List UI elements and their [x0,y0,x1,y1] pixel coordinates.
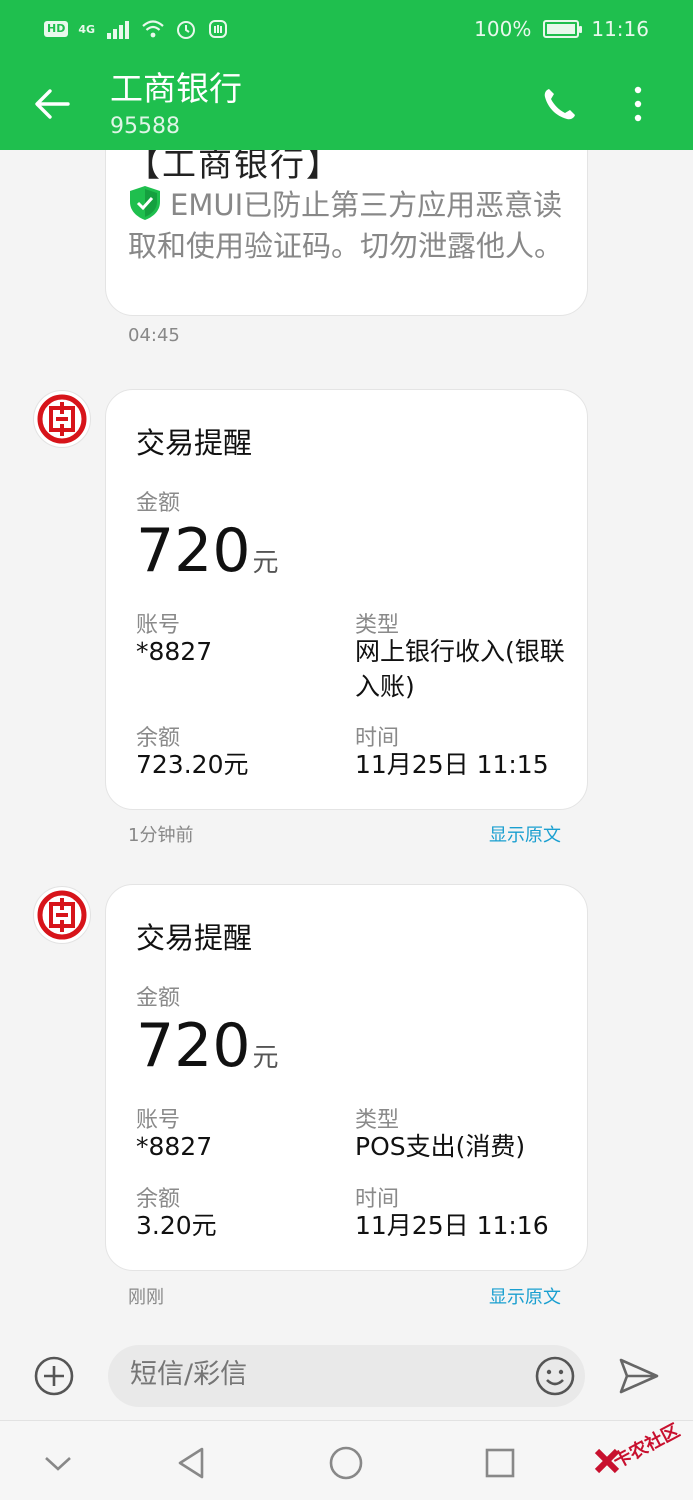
watermark-text: 卡农社区 [609,1420,684,1473]
amount-label: 金额 [136,986,181,1011]
amount-number: 720 [136,516,251,586]
watermark-logo: 卡农社区 [592,1410,688,1478]
chevron-down-icon[interactable] [38,1443,78,1483]
type-value: 网上银行收入(银联入账) [355,637,565,701]
status-right: 100% 11:16 [474,17,649,41]
signal-icon [107,21,130,39]
balance-value: 3.20元 [136,1211,217,1240]
send-icon[interactable] [618,1356,660,1396]
bank-avatar[interactable] [33,390,91,448]
balance-value: 723.20元 [136,750,249,779]
bank-avatar[interactable] [33,886,91,944]
type-value: POS支出(消费) [355,1132,526,1161]
wifi-icon [142,20,164,38]
account-value: *8827 [136,637,213,666]
contact-number: 95588 [110,114,180,139]
app-header: HD 4G 100% 11:16 工商银行 95588 [0,0,693,150]
battery-percent: 100% [474,17,532,41]
hand-icon [209,20,228,38]
icbc-logo-icon [37,394,87,444]
alarm-icon [177,21,196,39]
status-bar: HD 4G 100% 11:16 [0,0,693,58]
message-input-bar[interactable] [108,1345,585,1407]
datetime-value: 11月25日 11:15 [355,750,549,779]
conversation-title-block[interactable]: 工商银行 95588 [110,68,242,142]
message-time: 1分钟前 [128,825,194,846]
message-time: 刚刚 [128,1287,164,1308]
shield-icon [130,186,160,220]
hd-badge: HD [44,21,69,37]
emui-warning-text: EMUI已防止第三方应用恶意读取和使用验证码。切勿泄露他人。 [128,188,564,263]
network-type: 4G [78,22,96,36]
nav-recents-icon[interactable] [480,1443,520,1483]
contact-name: 工商银行 [110,69,242,108]
message-text: EMUI已防止第三方应用恶意读取和使用验证码。切勿泄露他人。 [128,185,578,267]
amount-number: 720 [136,1011,251,1081]
icbc-logo-icon [37,890,87,940]
message-input[interactable] [130,1359,520,1390]
show-original-link[interactable]: 显示原文 [489,1283,561,1309]
amount-value: 720元 [136,1011,279,1093]
more-options-icon[interactable] [624,84,652,124]
status-left: HD 4G [44,18,229,40]
amount-value: 720元 [136,516,279,598]
clock: 11:16 [591,17,649,41]
message-time: 04:45 [128,325,180,346]
card-title: 交易提醒 [136,426,253,460]
system-nav-bar [0,1420,693,1500]
datetime-value: 11月25日 11:16 [355,1211,549,1240]
account-value: *8827 [136,1132,213,1161]
nav-back-icon[interactable] [172,1443,212,1483]
transaction-card[interactable]: 交易提醒 金额 720元 账号 *8827 类型 POS支出(消费) 余额 3.… [105,884,588,1271]
transaction-card[interactable]: 交易提醒 金额 720元 账号 *8827 类型 网上银行收入(银联入账) 余额… [105,389,588,810]
add-attachment-icon[interactable] [33,1355,75,1397]
phone-icon[interactable] [540,84,580,124]
battery-icon [543,20,583,38]
amount-label: 金额 [136,491,181,516]
card-title: 交易提醒 [136,921,253,955]
nav-home-icon[interactable] [326,1443,366,1483]
emoji-icon[interactable] [534,1355,576,1397]
amount-unit: 元 [252,1043,279,1073]
amount-unit: 元 [252,548,279,578]
show-original-link[interactable]: 显示原文 [489,821,561,847]
back-arrow-icon[interactable] [32,84,72,124]
